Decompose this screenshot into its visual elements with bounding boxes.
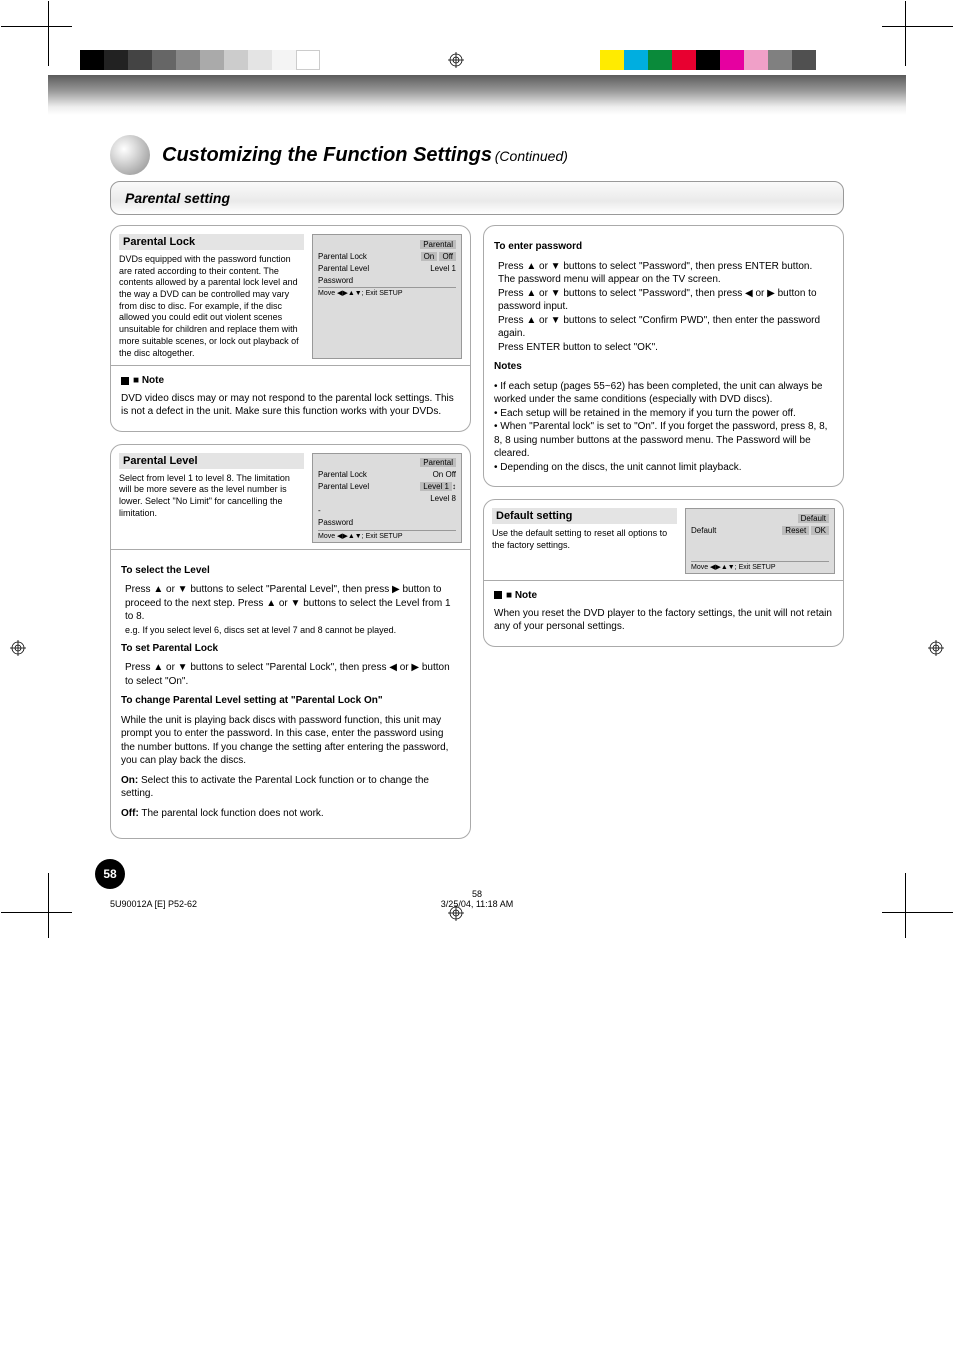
body-text: Press ▲ or ▼ buttons to select "Parental… [125, 583, 460, 624]
osd-value: Off [445, 470, 456, 479]
osd-tab: Parental [420, 458, 456, 467]
option-label: Off: [121, 808, 139, 819]
note-text: • Each setup will be retained in the mem… [494, 407, 833, 421]
note-text: • When "Parental lock" is set to "On". I… [494, 420, 833, 461]
body-text: Press ▲ or ▼ buttons to select "Parental… [125, 661, 460, 688]
crop-mark [48, 873, 72, 913]
option-text: Select this to activate the Parental Loc… [121, 775, 429, 800]
sub-heading: To select the Level [121, 564, 460, 578]
grayscale-calibration-bar [80, 50, 320, 70]
osd-value: Level 8 [430, 494, 456, 503]
osd-value: On [421, 252, 438, 261]
option-label: On: [121, 775, 138, 786]
osd-value: Off [439, 252, 456, 261]
card-subtitle: Select from level 1 to level 8. The limi… [119, 473, 304, 520]
crop-mark [882, 873, 906, 913]
osd-value: On [433, 470, 444, 479]
osd-preview: Parental Parental Lock On Off Parental Le… [312, 234, 462, 359]
osd-tab: Default [798, 514, 829, 523]
osd-row-label: Default [691, 526, 716, 535]
card-title: Parental Lock [119, 234, 304, 250]
page-subtitle: (Continued) [495, 148, 568, 164]
body-text: e.g. If you select level 6, discs set at… [125, 624, 460, 636]
square-bullet-icon [494, 591, 502, 599]
sphere-bullet-icon [110, 135, 150, 175]
card-default-setting: Default setting Use the default setting … [483, 499, 844, 647]
card-parental-level: Parental Level Select from level 1 to le… [110, 444, 471, 840]
osd-preview: Parental Parental Lock On Off Parental Le… [312, 453, 462, 543]
note-text: • If each setup (pages 55~62) has been c… [494, 380, 833, 407]
crop-mark [882, 26, 906, 66]
body-text: Press ▲ or ▼ buttons to select "Password… [498, 260, 833, 274]
note-text: DVD video discs may or may not respond t… [121, 392, 460, 419]
registration-mark-icon [448, 52, 464, 68]
note-text: • Depending on the discs, the unit canno… [494, 461, 833, 475]
card-subtitle: DVDs equipped with the password function… [119, 254, 304, 359]
sub-heading: To enter password [494, 240, 833, 254]
body-text: Press ▲ or ▼ buttons to select "Password… [498, 287, 833, 355]
body-text: While the unit is playing back discs wit… [121, 714, 460, 768]
osd-value: Level 1 [420, 482, 452, 491]
osd-value: Level 1 [430, 264, 456, 273]
osd-row-label: Password [318, 518, 353, 527]
square-bullet-icon [121, 377, 129, 385]
osd-value: Reset [782, 526, 809, 535]
osd-row-label: Password [318, 276, 353, 285]
crop-mark [48, 26, 72, 66]
card-title: Default setting [492, 508, 677, 524]
note-text: When you reset the DVD player to the fac… [494, 607, 833, 634]
osd-footer: Move ◀▶▲▼; Exit SETUP [318, 530, 456, 540]
footer-caption: 5U90012A [E] P52-62 [110, 899, 197, 909]
card-title: Parental Level [119, 453, 304, 469]
osd-footer: Move ◀▶▲▼; Exit SETUP [318, 287, 456, 297]
osd-row-label: Parental Level [318, 482, 369, 491]
osd-row-label: Parental Level [318, 264, 369, 273]
card-subtitle: Use the default setting to reset all opt… [492, 528, 677, 551]
notes-heading: Notes [494, 360, 833, 374]
osd-tab: Parental [420, 240, 456, 249]
card-password: To enter password Press ▲ or ▼ buttons t… [483, 225, 844, 487]
header-gradient [48, 75, 906, 115]
note-heading: ■ Note [133, 375, 164, 386]
sub-heading: To change Parental Level setting at "Par… [121, 694, 460, 708]
section-heading: Parental setting [110, 181, 844, 215]
card-parental-lock: Parental Lock DVDs equipped with the pas… [110, 225, 471, 432]
osd-row-label: Parental Lock [318, 470, 367, 479]
option-text: The parental lock function does not work… [141, 808, 323, 819]
sub-heading: To set Parental Lock [121, 642, 460, 656]
note-heading: ■ Note [506, 590, 537, 601]
osd-row-label: Parental Lock [318, 252, 367, 261]
color-calibration-bar [600, 50, 816, 70]
page-title: Customizing the Function Settings [162, 144, 492, 166]
osd-value: OK [811, 526, 829, 535]
footer-meta: 58 3/25/04, 11:18 AM [441, 889, 513, 909]
osd-preview: Default Default Reset OK Move ◀▶▲▼; Exit … [685, 508, 835, 574]
body-text: The password menu will appear on the TV … [498, 273, 833, 287]
osd-footer: Move ◀▶▲▼; Exit SETUP [691, 561, 829, 571]
